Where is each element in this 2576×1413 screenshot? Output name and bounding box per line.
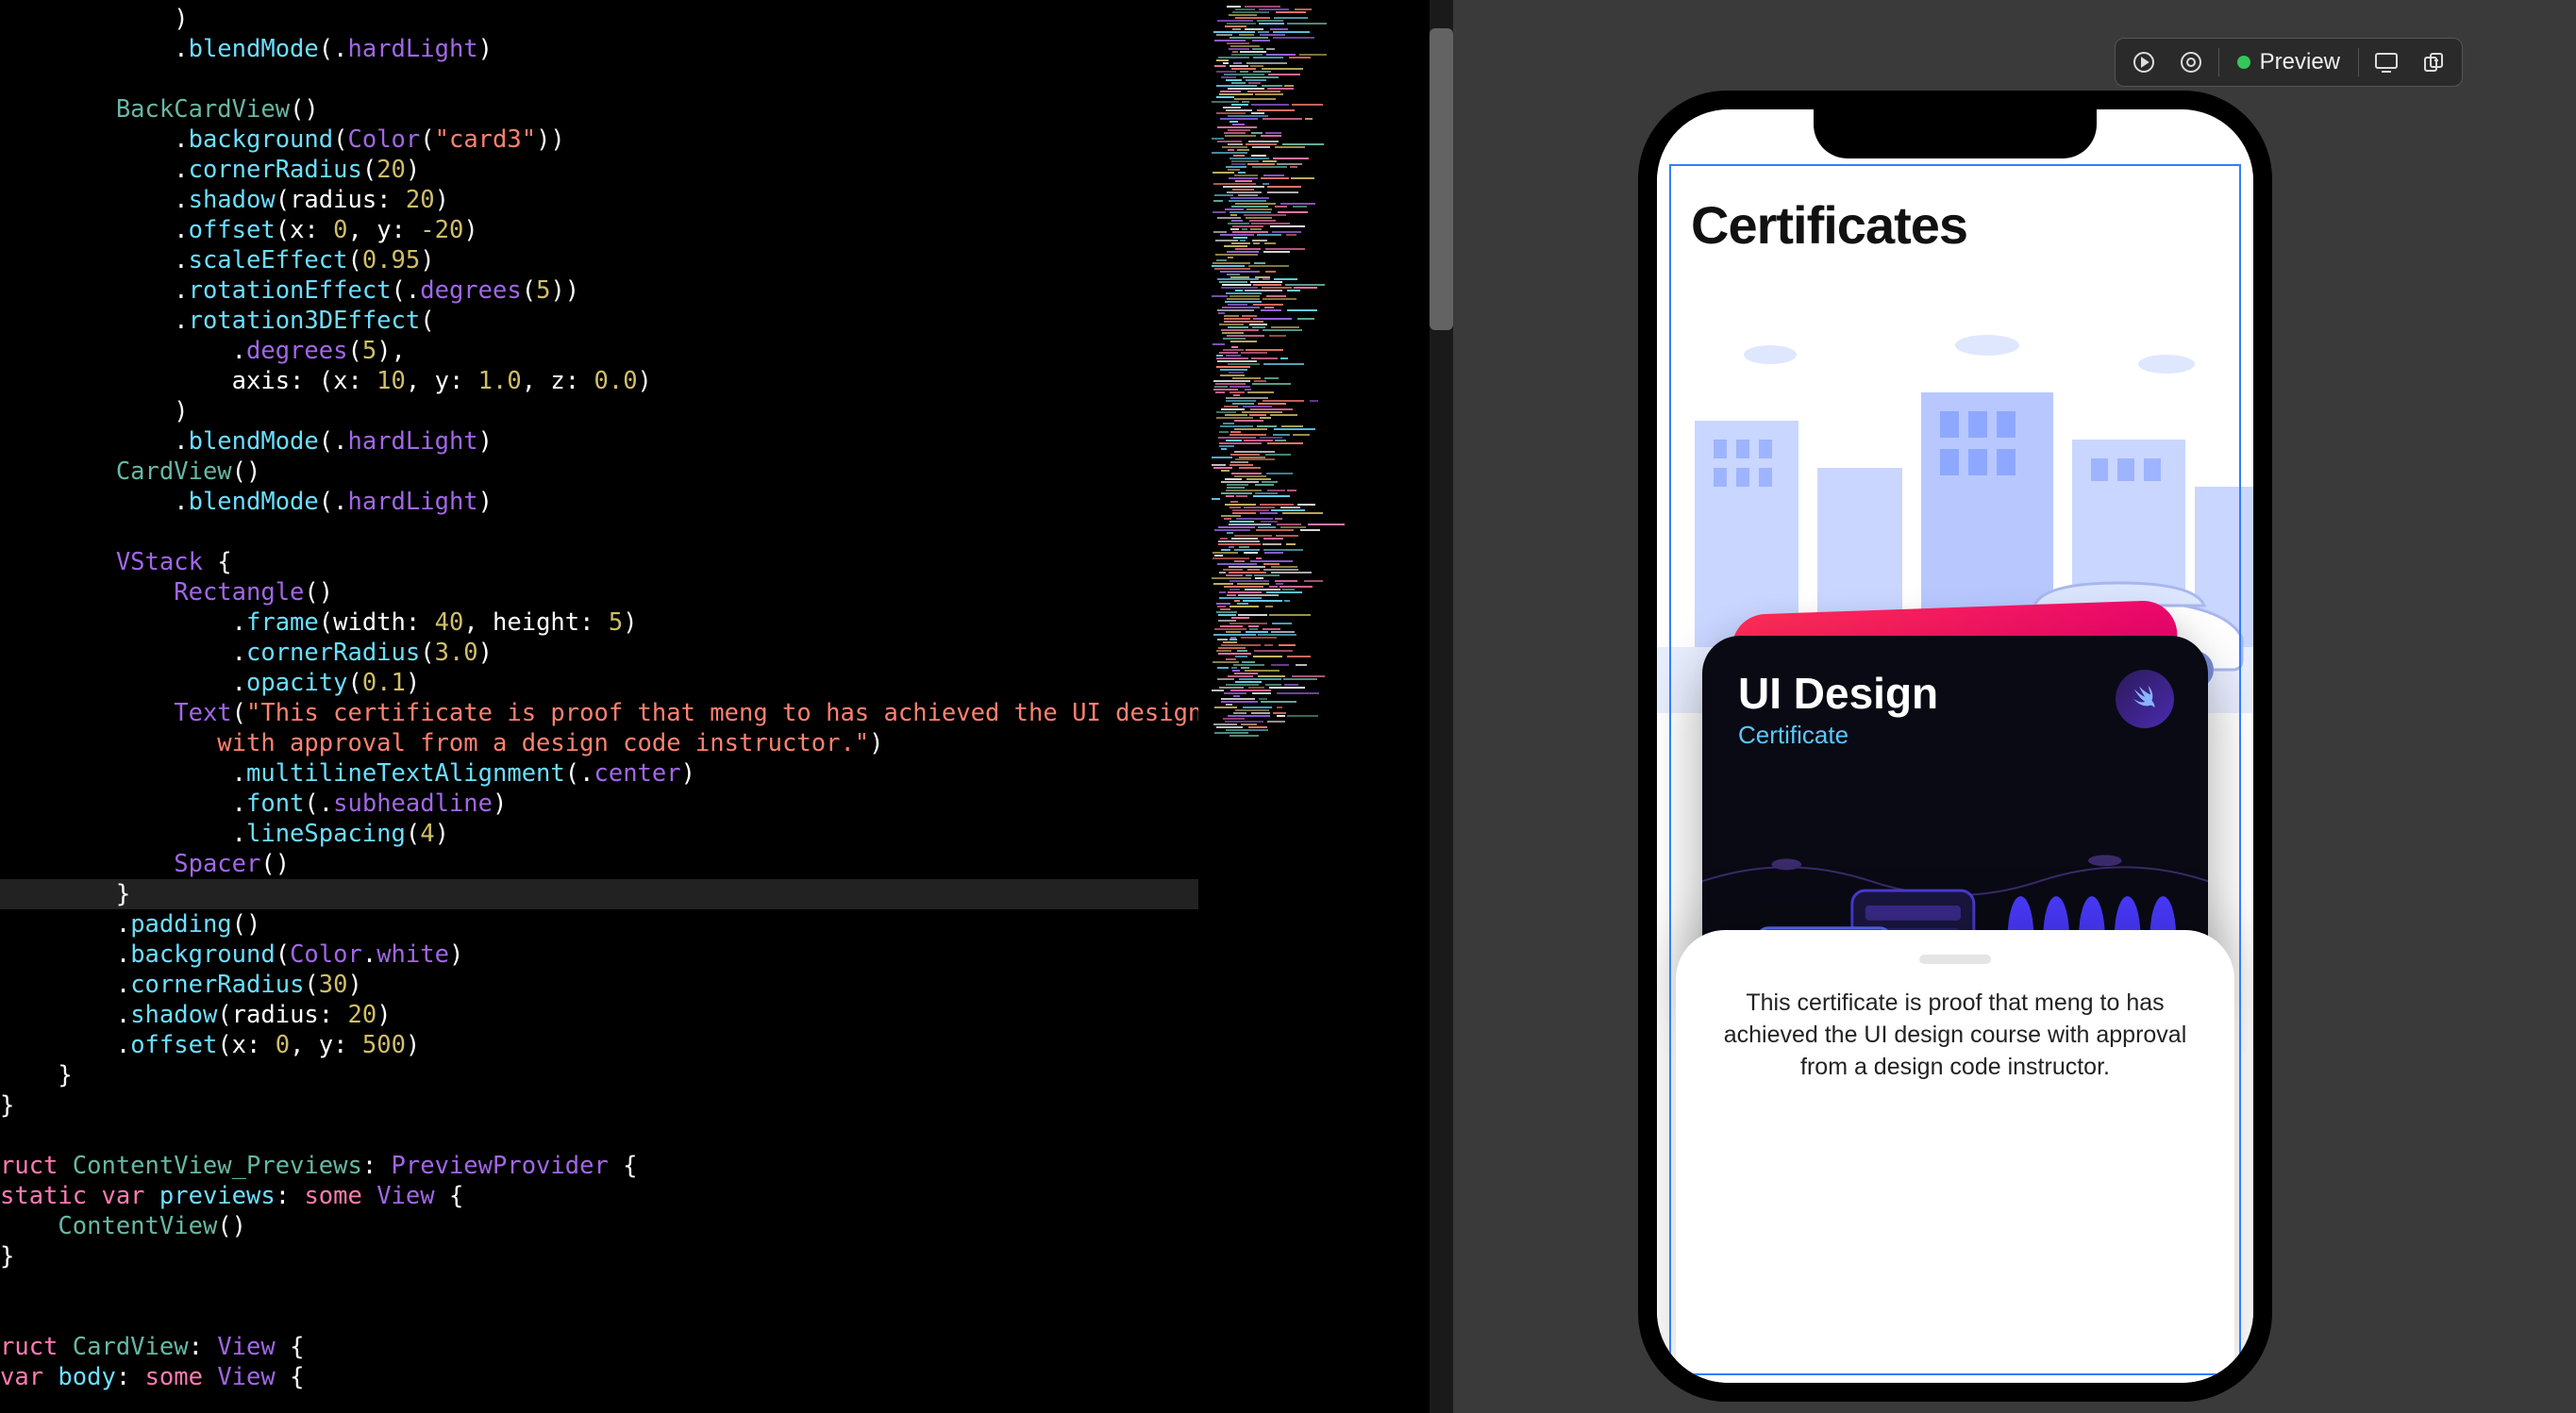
card-title: UI Design [1738, 668, 2172, 719]
preview-canvas-pane: Preview Certificates [1453, 0, 2576, 1413]
page-title: Certificates [1691, 194, 1967, 256]
swift-logo-icon [2116, 670, 2174, 728]
duplicate-preview-button[interactable] [2411, 43, 2456, 81]
code-area[interactable]: ) .blendMode(.hardLight) BackCardView() … [0, 0, 1198, 1413]
preview-status[interactable]: Preview [2224, 49, 2353, 75]
device-frame: Certificates [1638, 91, 2272, 1402]
scrollbar-thumb[interactable] [1430, 28, 1453, 330]
toolbar-divider [2218, 48, 2219, 76]
drag-handle[interactable] [1919, 955, 1991, 964]
device-notch [1814, 109, 2097, 158]
minimap[interactable] [1198, 0, 1430, 1413]
scrollbar-track[interactable] [1430, 0, 1453, 1413]
device-screen[interactable]: Certificates [1657, 109, 2253, 1383]
bottom-sheet[interactable]: This certificate is proof that meng to h… [1676, 930, 2234, 1383]
card-subtitle: Certificate [1738, 721, 2172, 750]
preview-toolbar: Preview [2115, 38, 2463, 87]
live-preview-button[interactable] [2168, 43, 2214, 81]
app-content: Certificates [1657, 109, 2253, 1383]
toolbar-divider [2358, 48, 2359, 76]
run-preview-button[interactable] [2121, 43, 2166, 81]
status-dot-icon [2237, 56, 2250, 69]
preview-status-label: Preview [2260, 49, 2340, 75]
device-settings-button[interactable] [2364, 43, 2409, 81]
sheet-description: This certificate is proof that meng to h… [1710, 987, 2200, 1083]
code-editor-pane: ) .blendMode(.hardLight) BackCardView() … [0, 0, 1453, 1413]
